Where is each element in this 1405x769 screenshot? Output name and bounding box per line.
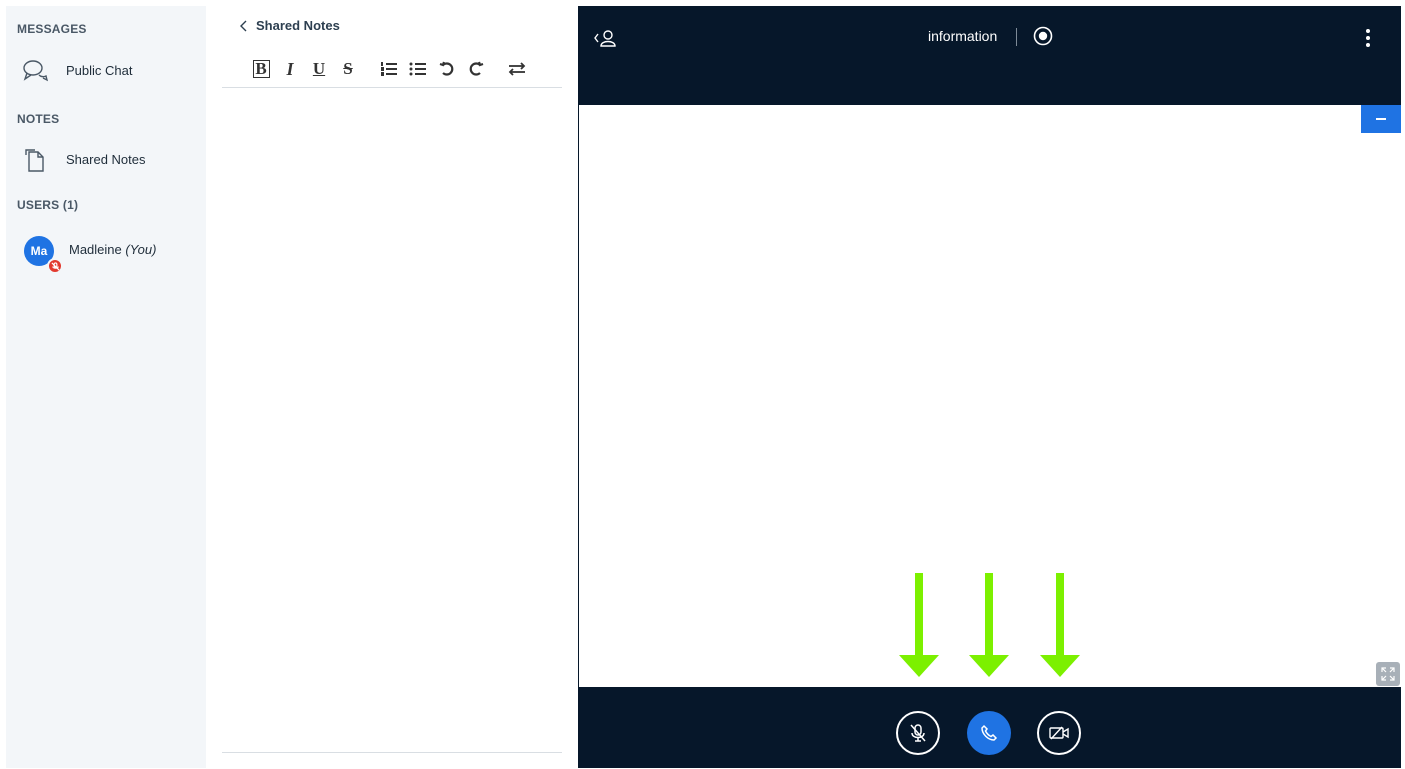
undo-button[interactable] — [434, 57, 460, 81]
notes-section-title: NOTES — [17, 112, 60, 126]
italic-icon: I — [286, 58, 294, 79]
sidebar-item-public-chat[interactable]: Public Chat — [6, 50, 206, 90]
share-webcam-button[interactable] — [1037, 711, 1081, 755]
shared-notes-panel: Shared Notes B I U S — [206, 6, 578, 768]
more-options-icon[interactable] — [1358, 26, 1378, 50]
phone-icon — [981, 724, 998, 741]
record-icon[interactable] — [1033, 26, 1053, 46]
notes-toolbar: B I U S — [248, 56, 533, 82]
user-list-item[interactable]: Ma Madleine (You) — [6, 230, 206, 274]
options-dot — [1366, 29, 1370, 33]
redo-icon — [469, 61, 484, 76]
strikethrough-button[interactable]: S — [335, 57, 361, 81]
options-dot — [1366, 43, 1370, 47]
notes-editor[interactable] — [222, 88, 562, 750]
bold-icon: B — [252, 60, 270, 78]
ordered-list-button[interactable] — [376, 57, 402, 81]
arrow-annotation — [899, 573, 939, 677]
arrow-annotation — [969, 573, 1009, 677]
options-dot — [1366, 36, 1370, 40]
swap-icon — [508, 62, 526, 76]
minimize-icon — [1376, 118, 1386, 120]
user-list-sidebar: MESSAGES Public Chat NOTES Shared Notes … — [6, 6, 206, 768]
swap-direction-button[interactable] — [504, 57, 530, 81]
toggle-user-list-button[interactable] — [592, 26, 624, 52]
join-audio-button[interactable] — [967, 711, 1011, 755]
microphone-muted-icon — [50, 261, 60, 271]
main-area: information — [578, 6, 1401, 768]
underline-button[interactable]: U — [306, 57, 332, 81]
strikethrough-icon: S — [343, 59, 353, 78]
chat-bubbles-icon — [23, 60, 48, 82]
user-name: Madleine (You) — [69, 242, 156, 257]
mute-button[interactable] — [896, 711, 940, 755]
users-section-title: USERS (1) — [17, 198, 79, 212]
sidebar-item-shared-notes[interactable]: Shared Notes — [6, 139, 206, 179]
muted-badge — [47, 258, 63, 274]
underline-icon: U — [312, 59, 326, 78]
bold-button[interactable]: B — [248, 57, 274, 81]
messages-section-title: MESSAGES — [17, 22, 87, 36]
meeting-title: information — [928, 28, 998, 44]
camera-off-icon — [1049, 726, 1069, 740]
you-label: (You) — [125, 242, 157, 257]
user-name-text: Madleine — [69, 242, 122, 257]
documents-icon — [25, 149, 44, 172]
shared-notes-label: Shared Notes — [66, 151, 146, 167]
user-list-toggle-icon — [594, 30, 616, 47]
fullscreen-button[interactable] — [1376, 662, 1400, 686]
shared-notes-back-button[interactable]: Shared Notes — [240, 18, 340, 33]
chevron-left-icon — [240, 20, 247, 31]
action-bar — [578, 687, 1401, 768]
presentation-area — [579, 105, 1401, 687]
undo-icon — [439, 61, 454, 76]
minimize-presentation-button[interactable] — [1361, 105, 1401, 133]
unordered-list-icon — [409, 62, 426, 76]
shared-notes-title: Shared Notes — [256, 18, 340, 33]
title-divider — [1016, 28, 1017, 46]
unordered-list-button[interactable] — [405, 57, 431, 81]
public-chat-label: Public Chat — [66, 62, 133, 78]
redo-button[interactable] — [463, 57, 489, 81]
notes-divider-bottom — [222, 752, 562, 753]
nav-bar: information — [578, 6, 1401, 105]
ordered-list-icon — [381, 62, 397, 76]
microphone-muted-icon — [910, 724, 926, 742]
arrow-annotation — [1040, 573, 1080, 677]
italic-button[interactable]: I — [277, 57, 303, 81]
fullscreen-icon — [1381, 667, 1395, 681]
